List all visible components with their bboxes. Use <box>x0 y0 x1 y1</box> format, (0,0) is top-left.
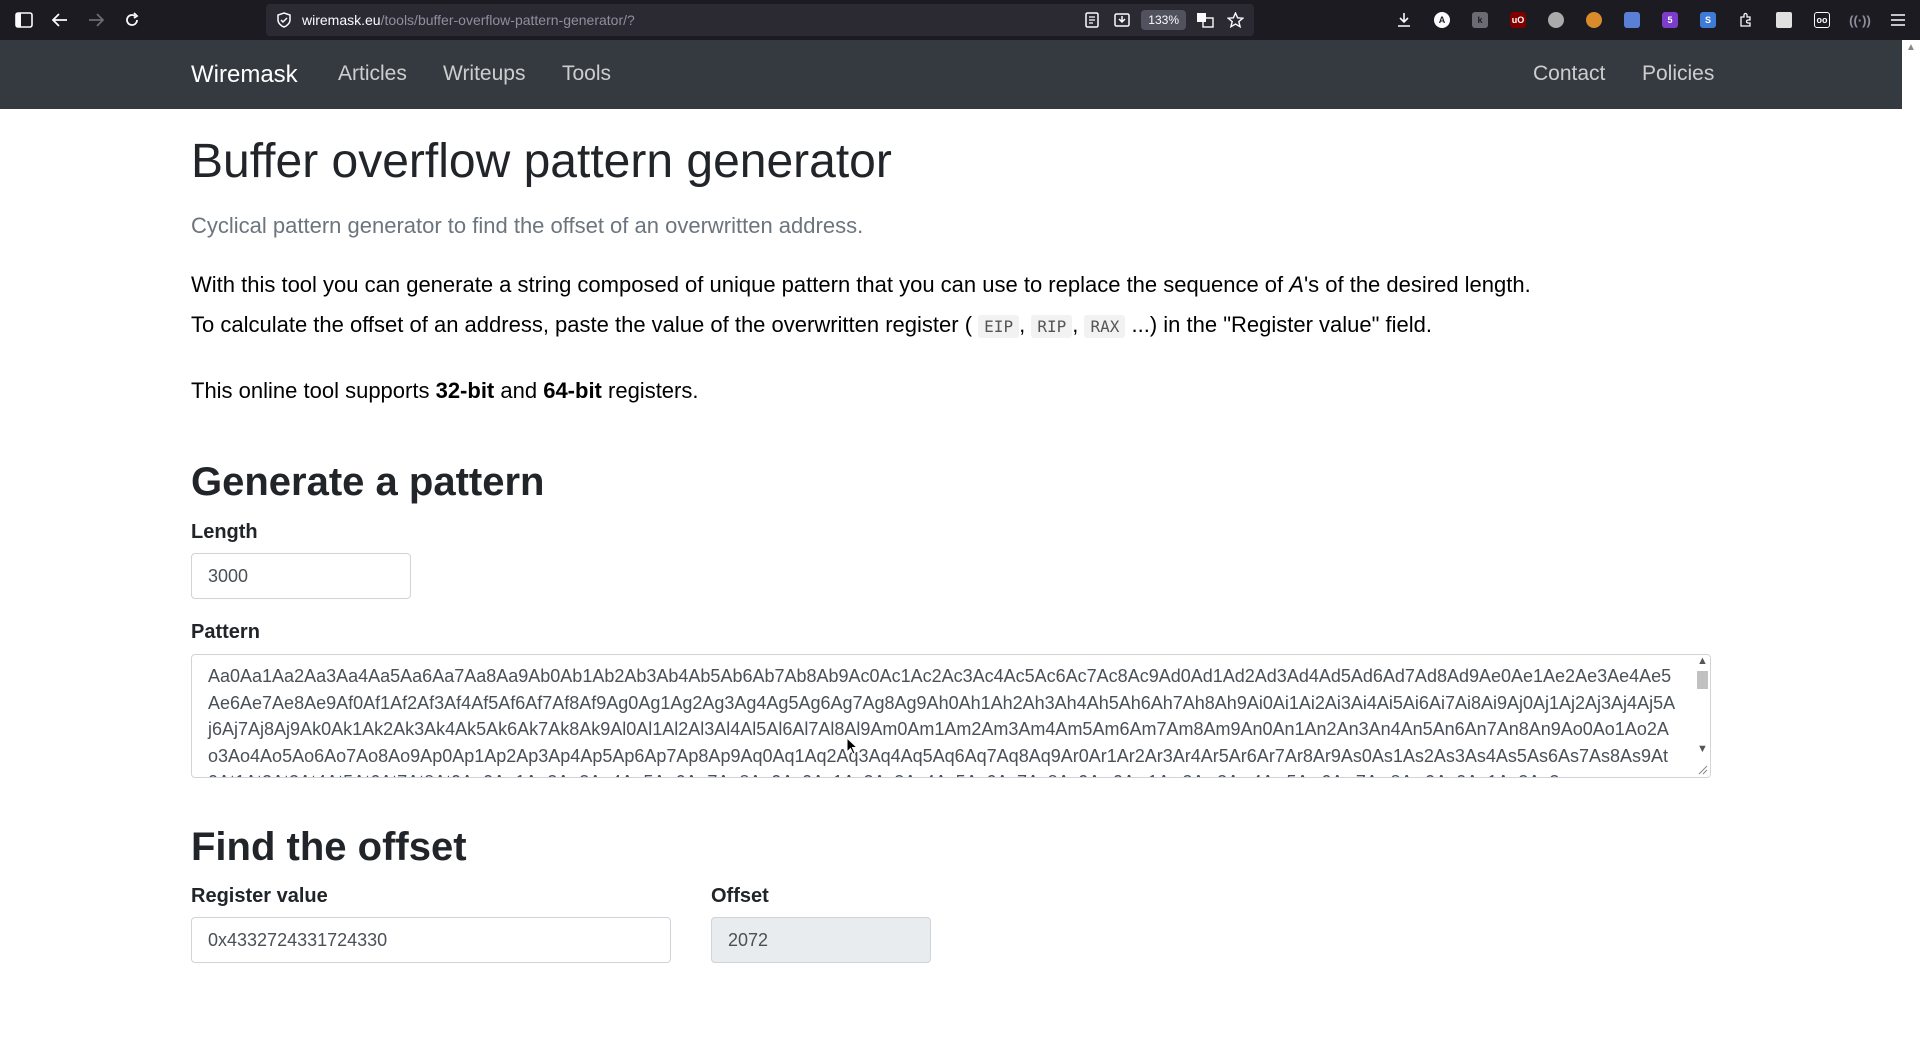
bookmark-star-icon[interactable] <box>1224 9 1246 31</box>
mouse-cursor-icon <box>846 737 858 755</box>
downloads-icon[interactable] <box>1390 6 1418 34</box>
scroll-up-icon[interactable]: ▲ <box>1697 655 1708 667</box>
back-button[interactable] <box>42 0 78 40</box>
pattern-text[interactable]: Aa0Aa1Aa2Aa3Aa4Aa5Aa6Aa7Aa8Aa9Ab0Ab1Ab2A… <box>208 663 1676 777</box>
extension-glasses-icon[interactable]: oo <box>1808 6 1836 34</box>
support-32bit: 32-bit <box>435 378 495 403</box>
pattern-textarea[interactable]: Aa0Aa1Aa2Aa3Aa4Aa5Aa6Aa7Aa8Aa9Ab0Ab1Ab2A… <box>191 654 1711 778</box>
nav-link-writeups[interactable]: Writeups <box>443 62 525 86</box>
url-path: /tools/buffer-overflow-pattern-generator… <box>380 12 635 28</box>
length-label: Length <box>191 521 258 543</box>
page-title: Buffer overflow pattern generator <box>191 135 892 188</box>
zoom-level-button[interactable]: 133% <box>1141 10 1186 30</box>
page-scrollbar[interactable]: ▲ <box>1902 40 1920 1049</box>
length-input[interactable]: 3000 <box>191 553 411 599</box>
extension-purple-icon[interactable]: 5 <box>1656 6 1684 34</box>
intro-text-end: 's of the desired length. <box>1303 272 1531 297</box>
page-lead: Cyclical pattern generator to find the o… <box>191 213 864 238</box>
register-code-rip: RIP <box>1031 315 1073 338</box>
scroll-thumb[interactable] <box>1697 671 1708 689</box>
extension-grid-icon[interactable] <box>1770 6 1798 34</box>
reload-button[interactable] <box>114 0 150 40</box>
site-navbar: Wiremask Articles Writeups Tools Contact… <box>0 40 1902 109</box>
register-code-eip: EIP <box>978 315 1020 338</box>
intro2-text-end: ) in the "Register value" field. <box>1149 312 1433 337</box>
resize-handle-icon[interactable] <box>1698 765 1708 775</box>
support-text-end: registers. <box>601 378 699 403</box>
register-code-rax: RAX <box>1084 315 1126 338</box>
extension-a-icon[interactable]: A <box>1428 6 1456 34</box>
nav-link-tools[interactable]: Tools <box>562 62 611 86</box>
support-and: and <box>494 378 544 403</box>
scroll-up-icon[interactable]: ▲ <box>1906 42 1916 53</box>
reader-view-icon[interactable] <box>1081 9 1103 31</box>
intro2-ellipsis: ... <box>1131 312 1150 337</box>
intro-text: With this tool you can generate a string… <box>191 272 1290 297</box>
extensions-area: A k uO 5 S oo ((·)) <box>1390 0 1912 40</box>
ublock-icon[interactable]: uO <box>1504 6 1532 34</box>
support-paragraph: This online tool supports 32-bit and 64-… <box>191 378 698 404</box>
find-heading: Find the offset <box>191 825 467 869</box>
cookie-icon[interactable] <box>1580 6 1608 34</box>
brand-link[interactable]: Wiremask <box>191 61 298 89</box>
offset-label: Offset <box>711 885 769 907</box>
browser-toolbar: wiremask.eu/tools/buffer-overflow-patter… <box>0 0 1920 40</box>
support-text: This online tool supports <box>191 378 436 403</box>
nav-link-policies[interactable]: Policies <box>1642 62 1714 86</box>
extension-translate-icon[interactable] <box>1618 6 1646 34</box>
site-security-icon[interactable] <box>276 12 292 28</box>
url-text[interactable]: wiremask.eu/tools/buffer-overflow-patter… <box>302 12 635 28</box>
offset-output: 2072 <box>711 917 931 963</box>
forward-button[interactable] <box>78 0 114 40</box>
scroll-down-icon[interactable]: ▼ <box>1697 743 1708 755</box>
extension-radio-icon[interactable]: ((·)) <box>1846 6 1874 34</box>
address-bar[interactable]: wiremask.eu/tools/buffer-overflow-patter… <box>266 4 1254 36</box>
nav-link-articles[interactable]: Articles <box>338 62 407 86</box>
support-64bit: 64-bit <box>543 378 602 403</box>
pattern-scrollbar[interactable]: ▲ ▼ <box>1694 655 1710 777</box>
intro-italic: A <box>1289 272 1304 297</box>
register-value-input[interactable]: 0x4332724331724330 <box>191 917 671 963</box>
sidebar-toggle-icon[interactable] <box>6 0 42 40</box>
extension-k-icon[interactable]: k <box>1466 6 1494 34</box>
register-label: Register value <box>191 885 328 907</box>
save-page-icon[interactable] <box>1111 9 1133 31</box>
menu-icon[interactable] <box>1884 6 1912 34</box>
intro2-text: To calculate the offset of an address, p… <box>191 312 973 337</box>
intro-paragraph-2: To calculate the offset of an address, p… <box>191 312 1433 338</box>
url-host: wiremask.eu <box>302 12 381 28</box>
intro-paragraph-1: With this tool you can generate a string… <box>191 272 1531 298</box>
nav-link-contact[interactable]: Contact <box>1533 62 1605 86</box>
extensions-puzzle-icon[interactable] <box>1732 6 1760 34</box>
extension-circle-icon[interactable] <box>1542 6 1570 34</box>
extension-s-icon[interactable]: S <box>1694 6 1722 34</box>
pattern-label: Pattern <box>191 621 260 643</box>
translate-icon[interactable] <box>1194 9 1216 31</box>
generate-heading: Generate a pattern <box>191 460 545 504</box>
